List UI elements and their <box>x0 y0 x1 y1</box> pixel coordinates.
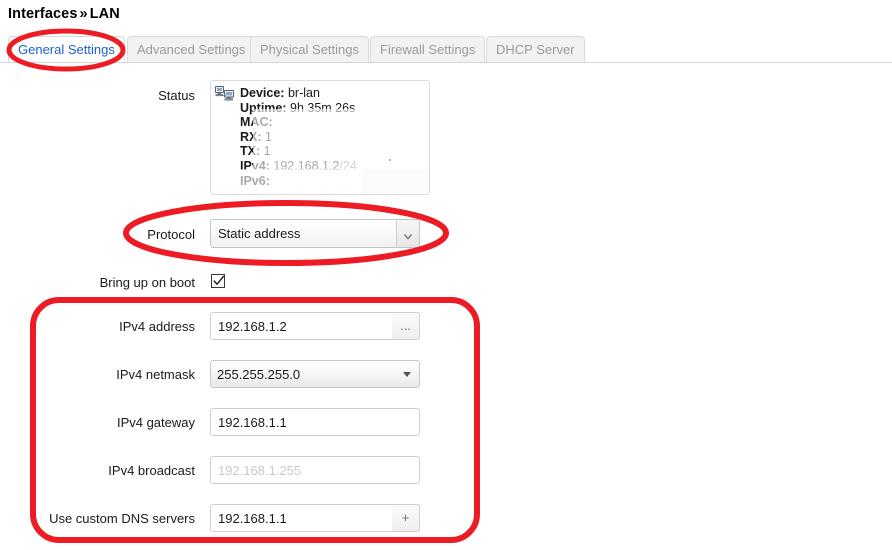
chevron-down-icon <box>404 229 412 240</box>
page-title: Interfaces» LAN <box>8 6 120 22</box>
status-value-device: br-lan <box>287 86 320 100</box>
protocol-select[interactable]: Static address <box>210 219 420 248</box>
tab-physical-settings[interactable]: Physical Settings <box>250 36 369 62</box>
status-box: Device: br-lan Uptime: 9h 35m 26s MAC: R… <box>210 80 430 195</box>
status-key-device: Device: <box>240 86 285 100</box>
status-label: Status <box>158 88 195 103</box>
page-title-main: Interfaces <box>8 6 78 22</box>
custom-dns-input[interactable] <box>210 504 420 532</box>
status-key-tx: TX: <box>240 144 261 159</box>
page-title-separator: » <box>79 6 88 22</box>
bring-up-on-boot-checkbox[interactable] <box>211 274 225 288</box>
tab-bar: General Settings Advanced Settings Physi… <box>0 36 892 63</box>
status-value-rx: 1 <box>265 129 272 144</box>
custom-dns-label: Use custom DNS servers <box>49 511 195 526</box>
status-box-content: Device: br-lan Uptime: 9h 35m 26s MAC: R… <box>211 81 429 194</box>
status-key-rx: RX: <box>240 129 262 144</box>
status-value-ipv4-prefix: /24 <box>339 158 357 173</box>
ipv4-netmask-select[interactable]: 255.255.255.0 <box>210 360 420 388</box>
status-key-mac: MAC: <box>240 115 273 130</box>
ipv4-address-group: ... <box>210 312 420 340</box>
tab-advanced-settings[interactable]: Advanced Settings <box>127 36 256 62</box>
network-computers-icon <box>215 86 235 101</box>
custom-dns-group: + <box>210 504 420 532</box>
ipv4-address-expand-button[interactable]: ... <box>392 312 420 340</box>
status-line-ipv6: IPv6: <box>215 174 423 189</box>
protocol-selected-value: Static address <box>218 226 301 241</box>
tab-firewall-settings[interactable]: Firewall Settings <box>370 36 486 62</box>
status-line-ipv4: IPv4: 192.168.1.2/24 <box>215 159 423 174</box>
custom-dns-add-button[interactable]: + <box>392 504 420 532</box>
status-key-uptime: Uptime: <box>240 100 287 115</box>
protocol-label: Protocol <box>147 227 195 242</box>
status-overlay-dot <box>389 159 391 161</box>
ipv4-gateway-input[interactable] <box>210 408 420 436</box>
tab-general-settings[interactable]: General Settings <box>8 36 125 62</box>
status-line-device: Device: br-lan <box>215 86 423 101</box>
status-line-rx: RX: 1 <box>215 130 423 145</box>
status-value-ipv4: 192.168.1.2 <box>273 158 340 173</box>
page-title-sub: LAN <box>89 6 120 22</box>
tab-dhcp-server[interactable]: DHCP Server <box>486 36 585 62</box>
ipv4-netmask-group: 255.255.255.0 <box>210 360 420 388</box>
ipv4-gateway-group <box>210 408 420 436</box>
ipv4-broadcast-group <box>210 456 420 484</box>
ipv4-gateway-label: IPv4 gateway <box>116 415 195 430</box>
ipv4-address-input[interactable] <box>210 312 420 340</box>
status-line-tx: TX: 1 <box>215 144 423 159</box>
status-line-uptime: Uptime: 9h 35m 26s <box>215 101 423 116</box>
status-value-uptime: 9h 35m 26s <box>290 100 356 115</box>
ipv4-broadcast-label: IPv4 broadcast <box>108 463 195 478</box>
ipv4-netmask-label: IPv4 netmask <box>116 367 195 382</box>
status-value-tx: 1 <box>263 144 271 159</box>
protocol-dropdown-button[interactable] <box>396 220 419 247</box>
status-key-ipv4: IPv4: <box>240 158 270 173</box>
ipv4-broadcast-input[interactable] <box>210 456 420 484</box>
status-line-mac: MAC: <box>215 115 423 130</box>
ipv4-address-label: IPv4 address <box>119 319 195 334</box>
bring-up-on-boot-label: Bring up on boot <box>99 275 195 290</box>
status-key-ipv6: IPv6: <box>240 173 270 188</box>
